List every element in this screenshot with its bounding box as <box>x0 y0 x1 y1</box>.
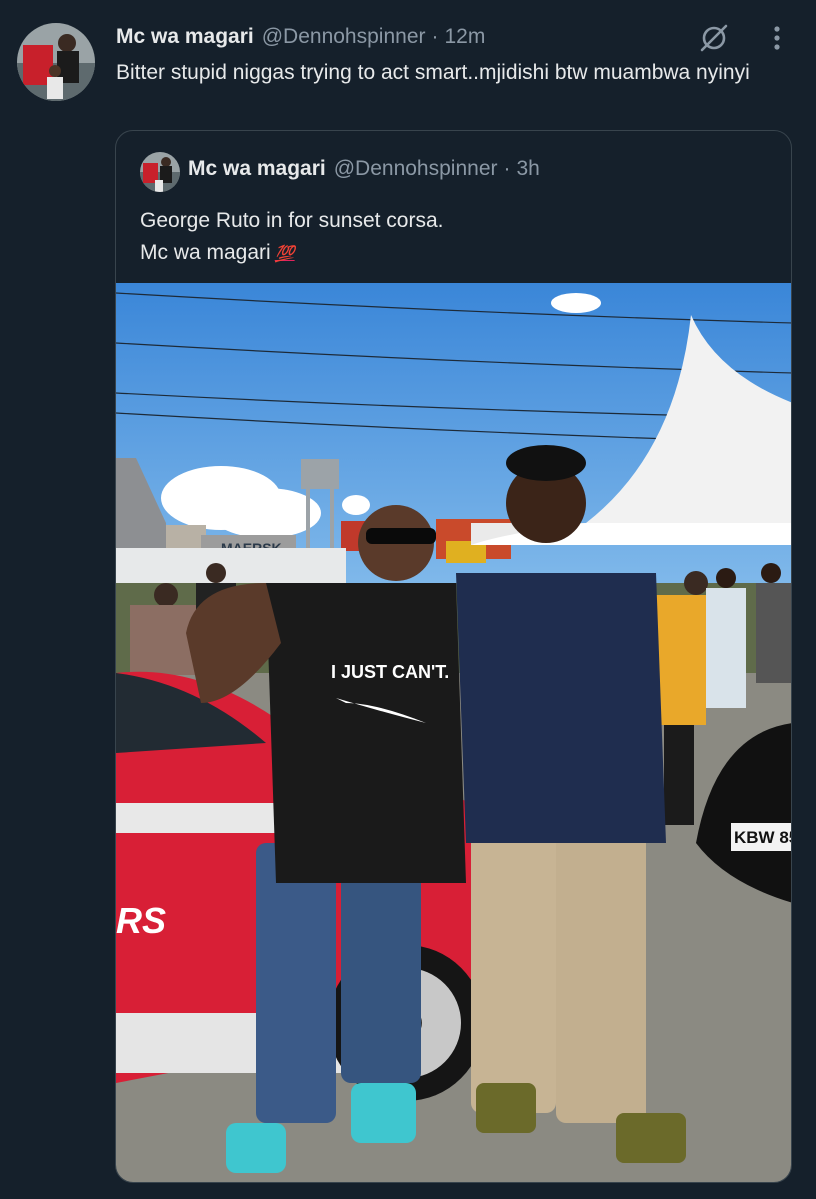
quoted-tweet-header: Mc wa magari @Dennohspinner · 3h <box>188 157 540 181</box>
author-name[interactable]: Mc wa magari <box>116 25 254 49</box>
quoted-text-line-2-label: Mc wa magari <box>140 241 271 264</box>
quoted-text-line-1: George Ruto in for sunset corsa. <box>140 209 444 232</box>
quoted-author-handle[interactable]: @Dennohspinner <box>334 157 498 181</box>
separator-dot: · <box>431 25 439 48</box>
tweet-text: Bitter stupid niggas trying to act smart… <box>116 61 750 84</box>
avatar-image <box>17 23 95 101</box>
tweet-header: Mc wa magari @Dennohspinner · 12m <box>116 22 485 52</box>
grok-icon <box>700 24 728 52</box>
car-badge: RS <box>116 900 166 941</box>
quoted-author-avatar[interactable] <box>140 152 180 192</box>
more-button[interactable] <box>760 20 794 56</box>
grok-button[interactable] <box>696 20 732 56</box>
hundred-points-emoji: 💯 <box>274 246 295 263</box>
avatar-image <box>140 152 180 192</box>
more-dots-icon <box>774 26 780 50</box>
tweet-photo[interactable]: MAERSK <box>116 283 792 1182</box>
tweet-time[interactable]: 12m <box>445 25 486 49</box>
quoted-tweet-card[interactable]: Mc wa magari @Dennohspinner · 3h George … <box>115 130 792 1183</box>
author-avatar[interactable] <box>17 23 95 101</box>
separator-dot: · <box>503 157 511 180</box>
quoted-text-line-2: Mc wa magari 💯 <box>140 237 444 271</box>
plate-label: KBW 85 <box>734 828 792 847</box>
shirt-text: I JUST CAN'T. <box>331 662 449 682</box>
photo-illustration: MAERSK <box>116 283 792 1182</box>
quoted-author-name[interactable]: Mc wa magari <box>188 157 326 181</box>
tweet[interactable]: Mc wa magari @Dennohspinner · 12m Bitter… <box>0 0 816 1199</box>
quoted-tweet-text: George Ruto in for sunset corsa. Mc wa m… <box>140 205 444 271</box>
author-handle[interactable]: @Dennohspinner <box>262 25 426 49</box>
quoted-tweet-time[interactable]: 3h <box>517 157 540 181</box>
